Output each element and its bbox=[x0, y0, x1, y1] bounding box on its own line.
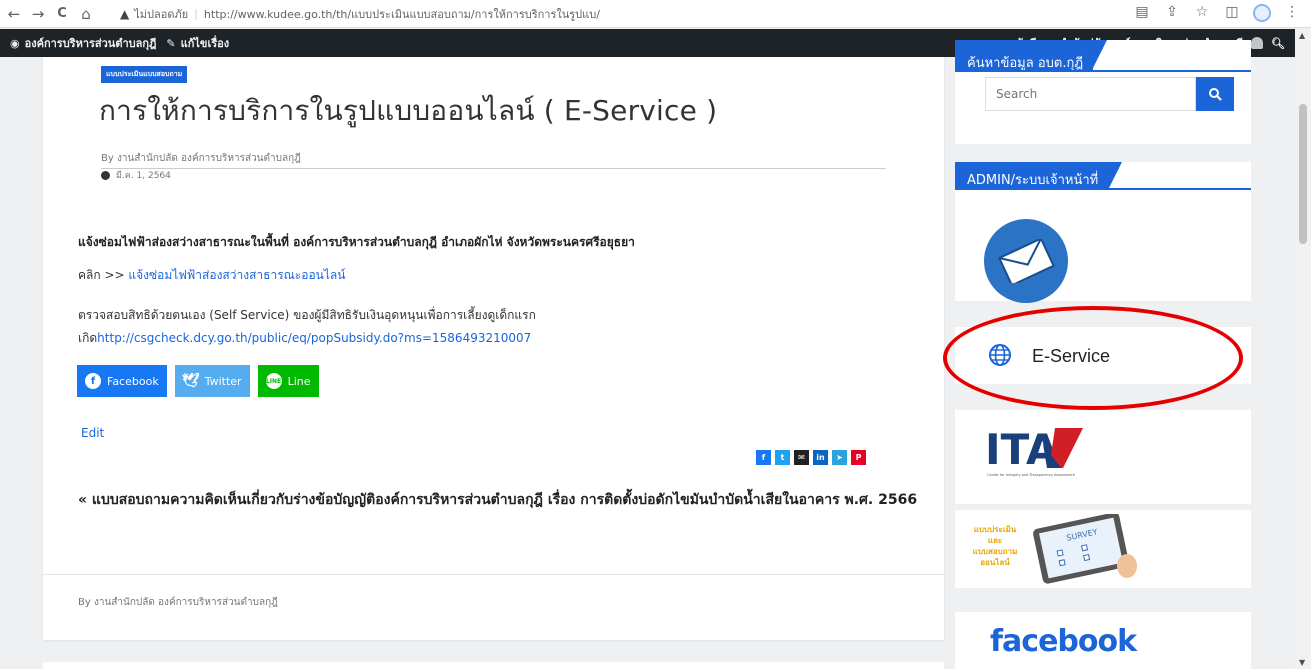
twitter-mini-icon[interactable]: t bbox=[775, 450, 790, 465]
ita-caption: Center for Integrity and Transparency As… bbox=[987, 473, 1076, 477]
forward-button[interactable]: → bbox=[28, 4, 48, 24]
admin-site-link[interactable]: ◉ องค์การบริหารส่วนตำบลกุฎี bbox=[10, 34, 156, 52]
post-date: มี.ค. 1, 2564 bbox=[101, 168, 171, 182]
highlight-ellipse bbox=[943, 306, 1243, 410]
scroll-up-arrow-icon[interactable]: ▲ bbox=[1299, 31, 1305, 40]
survey-text[interactable]: แบบประเมิน และ แบบสอบถาม ออนไลน์ bbox=[970, 524, 1020, 568]
post-title: การให้การบริการในรูปแบบออนไลน์ ( E-Servi… bbox=[99, 94, 718, 127]
csgcheck-link[interactable]: http://csgcheck.dcy.go.th/public/eq/popS… bbox=[97, 331, 531, 345]
admin-edit-label: แก้ไขเรื่อง bbox=[180, 37, 230, 50]
card-divider bbox=[43, 574, 944, 575]
survey-widget[interactable]: แบบประเมิน และ แบบสอบถาม ออนไลน์ SURVEY bbox=[955, 510, 1251, 588]
previous-post-link[interactable]: « แบบสอบถามความคิดเห็นเกี่ยวกับร่างข้อบั… bbox=[78, 489, 918, 511]
browser-toolbar: ← → C ⌂ ▲ ไม่ปลอดภัย | http://www.kudee.… bbox=[0, 0, 1311, 28]
ita-logo[interactable]: ITA Center for Integrity and Transparenc… bbox=[983, 424, 1098, 480]
search-button[interactable] bbox=[1196, 77, 1234, 111]
envelope-icon bbox=[997, 239, 1055, 283]
category-badge[interactable]: แบบประเมินแบบสอบถาม bbox=[101, 66, 188, 83]
sidepanel-icon[interactable]: ◫ bbox=[1223, 4, 1241, 22]
birth-prefix: เกิด bbox=[78, 331, 98, 345]
search-widget: ค้นหาข้อมูล อบต.กุฎี bbox=[955, 40, 1251, 144]
post-paragraph-1: แจ้งซ่อมไฟฟ้าส่องสว่างสาธารณะในพื้นที่ อ… bbox=[78, 235, 635, 249]
user-avatar-icon[interactable] bbox=[1251, 37, 1264, 49]
address-separator: | bbox=[194, 7, 198, 20]
click-prefix: คลิก >> bbox=[78, 268, 129, 282]
post-paragraph-4: เกิดhttp://csgcheck.dcy.go.th/public/eq/… bbox=[78, 329, 531, 348]
admin-edit-link[interactable]: ✎ แก้ไขเรื่อง bbox=[166, 34, 229, 52]
survey-tablet-image[interactable]: SURVEY bbox=[1027, 514, 1147, 584]
admin-mail-button[interactable] bbox=[984, 219, 1068, 303]
post-paragraph-3: ตรวจสอบสิทธิด้วยตนเอง (Self Service) ของ… bbox=[78, 308, 536, 322]
survey-line-2: และ bbox=[987, 536, 1003, 545]
menu-dots-icon[interactable]: ⋮ bbox=[1283, 4, 1301, 22]
telegram-mini-icon[interactable]: ➤ bbox=[832, 450, 847, 465]
survey-line-3: แบบสอบถาม bbox=[972, 547, 1018, 556]
facebook-share-label: Facebook bbox=[107, 374, 159, 388]
twitter-share-button[interactable]: 🕊︎ Twitter bbox=[174, 365, 250, 397]
share-buttons: f Facebook 🕊︎ Twitter LINE Line bbox=[77, 365, 319, 397]
linkedin-mini-icon[interactable]: in bbox=[813, 450, 828, 465]
admin-widget-title: ADMIN/ระบบเจ้าหน้าที่ bbox=[955, 162, 1123, 190]
search-widget-title: ค้นหาข้อมูล อบต.กุฎี bbox=[955, 40, 1108, 71]
warning-icon[interactable]: ▲ bbox=[120, 7, 129, 21]
clock-icon bbox=[101, 170, 110, 180]
admin-site-name: องค์การบริหารส่วนตำบลกุฎี bbox=[24, 37, 157, 50]
twitter-bird-icon: 🕊︎ bbox=[181, 373, 200, 389]
back-button[interactable]: ← bbox=[4, 4, 24, 24]
author-footer[interactable]: By งานสำนักปลัด องค์การบริหารส่วนตำบลกุฎ… bbox=[78, 595, 278, 610]
address-bar[interactable]: ▲ ไม่ปลอดภัย | http://www.kudee.go.th/th… bbox=[120, 3, 1280, 24]
post-card: แบบประเมินแบบสอบถาม การให้การบริการในรูป… bbox=[43, 57, 944, 640]
admin-widget: ADMIN/ระบบเจ้าหน้าที่ bbox=[955, 162, 1251, 303]
line-icon: LINE bbox=[265, 373, 282, 389]
email-mini-icon[interactable]: ✉ bbox=[794, 450, 809, 465]
ita-widget[interactable]: ITA Center for Integrity and Transparenc… bbox=[955, 410, 1251, 504]
admin-widget-head: ADMIN/ระบบเจ้าหน้าที่ bbox=[955, 162, 1251, 190]
post-byline[interactable]: By งานสำนักปลัด องค์การบริหารส่วนตำบลกุฎ… bbox=[101, 151, 886, 169]
facebook-widget[interactable]: facebook bbox=[955, 612, 1251, 669]
translate-icon[interactable]: ▤ bbox=[1133, 4, 1151, 22]
previous-arrow-icon: « bbox=[78, 492, 88, 508]
line-share-label: Line bbox=[287, 374, 311, 388]
home-button[interactable]: ⌂ bbox=[76, 4, 96, 24]
facebook-icon: f bbox=[85, 373, 101, 389]
line-share-button[interactable]: LINE Line bbox=[257, 365, 319, 397]
url-text[interactable]: http://www.kudee.go.th/th/แบบประเมินแบบส… bbox=[204, 5, 600, 23]
previous-post-title: แบบสอบถามความคิดเห็นเกี่ยวกับร่างข้อบัญญ… bbox=[91, 492, 918, 508]
search-icon[interactable]: 🔍︎ bbox=[1271, 37, 1285, 50]
security-label[interactable]: ไม่ปลอดภัย bbox=[134, 5, 188, 23]
toolbar-actions: ▤ ⇪ ☆ ◫ ⋮ bbox=[1133, 4, 1301, 22]
search-widget-rule bbox=[955, 70, 1251, 72]
dashboard-icon: ◉ bbox=[10, 36, 20, 50]
pencil-icon: ✎ bbox=[166, 36, 176, 50]
reload-button[interactable]: C bbox=[52, 4, 72, 24]
mini-share-icons: f t ✉ in ➤ P bbox=[756, 450, 866, 465]
bookmark-star-icon[interactable]: ☆ bbox=[1193, 4, 1211, 22]
facebook-share-button[interactable]: f Facebook bbox=[77, 365, 167, 397]
profile-avatar[interactable] bbox=[1253, 4, 1271, 22]
search-widget-head: ค้นหาข้อมูล อบต.กุฎี bbox=[955, 40, 1251, 71]
pinterest-mini-icon[interactable]: P bbox=[851, 450, 866, 465]
scroll-down-arrow-icon[interactable]: ▼ bbox=[1299, 658, 1305, 667]
scrollbar-thumb[interactable] bbox=[1299, 104, 1307, 244]
edit-post-link[interactable]: Edit bbox=[81, 426, 104, 440]
survey-line-1: แบบประเมิน bbox=[973, 525, 1017, 534]
share-icon[interactable]: ⇪ bbox=[1163, 4, 1181, 22]
magnifier-icon bbox=[1209, 88, 1222, 101]
post-date-text: มี.ค. 1, 2564 bbox=[116, 171, 171, 181]
facebook-mini-icon[interactable]: f bbox=[756, 450, 771, 465]
survey-line-4: ออนไลน์ bbox=[980, 558, 1010, 567]
facebook-logo-text[interactable]: facebook bbox=[990, 624, 1137, 659]
search-input[interactable] bbox=[985, 77, 1196, 111]
page-scrollbar[interactable]: ▲ ▼ bbox=[1295, 29, 1311, 669]
twitter-share-label: Twitter bbox=[204, 374, 242, 388]
next-card-top bbox=[43, 662, 944, 669]
repair-report-link[interactable]: แจ้งซ่อมไฟฟ้าส่องสว่างสาธารณะออนไลน์ bbox=[128, 268, 345, 282]
post-paragraph-2: คลิก >> แจ้งซ่อมไฟฟ้าส่องสว่างสาธารณะออน… bbox=[78, 266, 345, 285]
